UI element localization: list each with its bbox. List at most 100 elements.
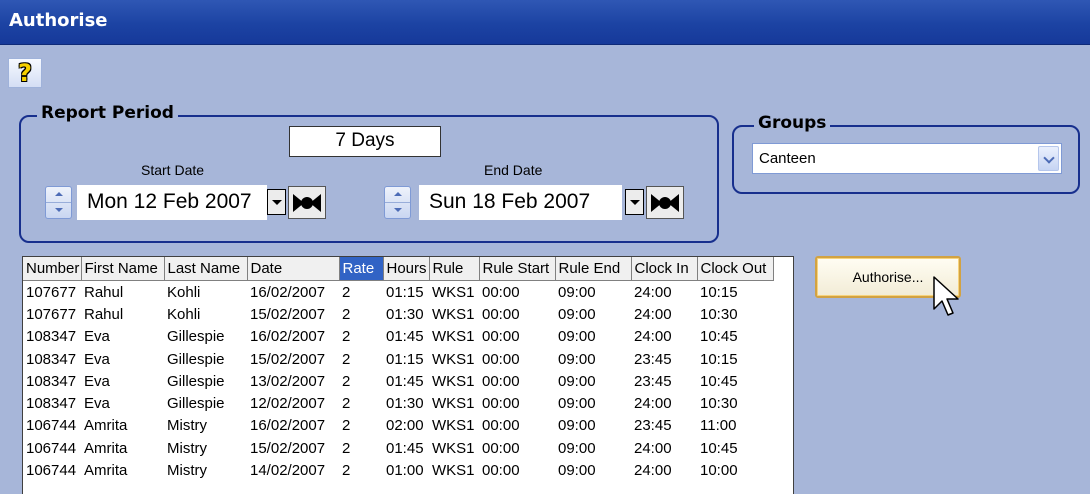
table-row[interactable]: 108347 Eva Gillespie 15/02/2007 2 01:15 WKS1 00… (23, 348, 773, 370)
table-cell: 10:30 (700, 395, 738, 413)
table-cell: 24:00 (634, 305, 672, 323)
table-cell: 106744 (26, 462, 77, 480)
authorise-grid[interactable]: Number First Name Last Name Date Rate Hours Ru… (22, 256, 794, 494)
table-cell: 16/02/2007 (250, 417, 326, 435)
table-row[interactable]: 107677 Rahul Kohli 15/02/2007 2 01:30 WKS1 00:0… (23, 303, 773, 325)
table-cell: 15/02/2007 (250, 350, 326, 368)
start-date-calendar-button[interactable] (288, 186, 326, 219)
spin-up-icon[interactable] (46, 187, 71, 203)
table-cell: 12/02/2007 (250, 395, 326, 413)
table-cell: 10:45 (700, 328, 738, 346)
column-header-rule-end[interactable]: Rule End (555, 257, 632, 281)
report-period-title: Report Period (37, 103, 178, 123)
end-date-field[interactable]: Sun 18 Feb 2007 (419, 185, 622, 220)
table-cell: 01:15 (386, 283, 424, 301)
start-date-spinner[interactable] (45, 186, 72, 219)
spin-down-icon[interactable] (385, 203, 410, 218)
table-cell: 2 (342, 395, 351, 413)
calendar-picker-icon (651, 194, 679, 212)
table-cell: 01:30 (386, 305, 424, 323)
column-header-rate[interactable]: Rate (339, 257, 384, 281)
toolbar: ? (0, 54, 1090, 91)
table-cell: Gillespie (167, 372, 225, 390)
table-row[interactable]: 107677 Rahul Kohli 16/02/2007 2 01:15 WKS1 00:0… (23, 281, 773, 304)
table-row[interactable]: 108347 Eva Gillespie 16/02/2007 2 01:45 WKS1 00… (23, 326, 773, 348)
table-cell: 107677 (26, 305, 77, 323)
table-cell: 16/02/2007 (250, 328, 326, 346)
table-cell: Amrita (84, 439, 128, 457)
table-cell: 24:00 (634, 395, 672, 413)
table-cell: WKS1 (432, 328, 475, 346)
table-row[interactable]: 108347 Eva Gillespie 13/02/2007 2 01:45 WKS1 00… (23, 370, 773, 392)
table-cell: 107677 (26, 283, 77, 301)
table-cell: 2 (342, 305, 351, 323)
table-row[interactable]: 106744 Amrita Mistry 14/02/2007 2 01:00 WKS1 00… (23, 459, 773, 481)
column-header-hours[interactable]: Hours (383, 257, 430, 281)
table-cell: 01:15 (386, 350, 424, 368)
groups-select[interactable]: Canteen (752, 143, 1062, 174)
table-row[interactable]: 106744 Amrita Mistry 15/02/2007 2 01:45 WKS1 00… (23, 437, 773, 459)
table-cell: 09:00 (558, 305, 596, 323)
table-cell: Kohli (167, 283, 201, 301)
column-header-clock-out[interactable]: Clock Out (697, 257, 774, 281)
spin-down-icon[interactable] (46, 203, 71, 218)
table-cell: Eva (84, 328, 110, 346)
column-header-rule[interactable]: Rule (429, 257, 480, 281)
chevron-down-icon (272, 200, 282, 205)
column-header-clock-in[interactable]: Clock In (631, 257, 698, 281)
column-header-number[interactable]: Number (23, 257, 82, 281)
chevron-down-icon (1043, 152, 1055, 164)
table-cell: Eva (84, 395, 110, 413)
title-bar: Authorise (0, 0, 1090, 45)
table-cell: 24:00 (634, 439, 672, 457)
table-cell: WKS1 (432, 350, 475, 368)
table-cell: 00:00 (482, 417, 520, 435)
table-cell: 00:00 (482, 395, 520, 413)
help-icon[interactable]: ? (8, 58, 42, 88)
start-date-field[interactable]: Mon 12 Feb 2007 (77, 185, 267, 220)
chevron-down-icon (630, 200, 640, 205)
column-header-first-name[interactable]: First Name (81, 257, 165, 281)
table-cell: 00:00 (482, 462, 520, 480)
end-date-dropdown[interactable] (625, 189, 644, 215)
groups-dropdown-button[interactable] (1038, 146, 1059, 171)
table-cell: WKS1 (432, 395, 475, 413)
table-cell: 2 (342, 462, 351, 480)
table-cell: 00:00 (482, 305, 520, 323)
table-cell: WKS1 (432, 283, 475, 301)
table-cell: 24:00 (634, 462, 672, 480)
table-cell: 108347 (26, 372, 77, 390)
table-cell: Mistry (167, 417, 207, 435)
table-cell: 106744 (26, 417, 77, 435)
end-date-spinner[interactable] (384, 186, 411, 219)
table-cell: 2 (342, 328, 351, 346)
column-header-rule-start[interactable]: Rule Start (479, 257, 556, 281)
table-cell: 10:30 (700, 305, 738, 323)
table-cell: WKS1 (432, 462, 475, 480)
report-period-group: Report Period 7 Days Start Date Mon 12 F… (19, 103, 719, 243)
table-cell: 23:45 (634, 350, 672, 368)
start-date-dropdown[interactable] (267, 189, 286, 215)
table-cell: 10:15 (700, 283, 738, 301)
table-cell: Amrita (84, 462, 128, 480)
column-header-date[interactable]: Date (247, 257, 340, 281)
table-cell: 10:15 (700, 350, 738, 368)
table-cell: 09:00 (558, 462, 596, 480)
calendar-picker-icon (293, 194, 321, 212)
column-header-last-name[interactable]: Last Name (164, 257, 248, 281)
table-cell: 15/02/2007 (250, 439, 326, 457)
table-row[interactable]: 106744 Amrita Mistry 16/02/2007 2 02:00 WKS1 00… (23, 415, 773, 437)
table-cell: 11:00 (700, 417, 737, 435)
window-title: Authorise (9, 10, 108, 31)
table-cell: Amrita (84, 417, 128, 435)
start-date-label: Start Date (141, 162, 205, 178)
table-row[interactable]: 108347 Eva Gillespie 12/02/2007 2 01:30 WKS1 00… (23, 392, 773, 414)
groups-title: Groups (754, 113, 831, 133)
spin-up-icon[interactable] (385, 187, 410, 203)
table-cell: 09:00 (558, 283, 596, 301)
table-cell: 01:45 (386, 372, 424, 390)
table-cell: 10:00 (700, 462, 738, 480)
table-cell: WKS1 (432, 439, 475, 457)
table-cell: 106744 (26, 439, 77, 457)
end-date-calendar-button[interactable] (646, 186, 684, 219)
